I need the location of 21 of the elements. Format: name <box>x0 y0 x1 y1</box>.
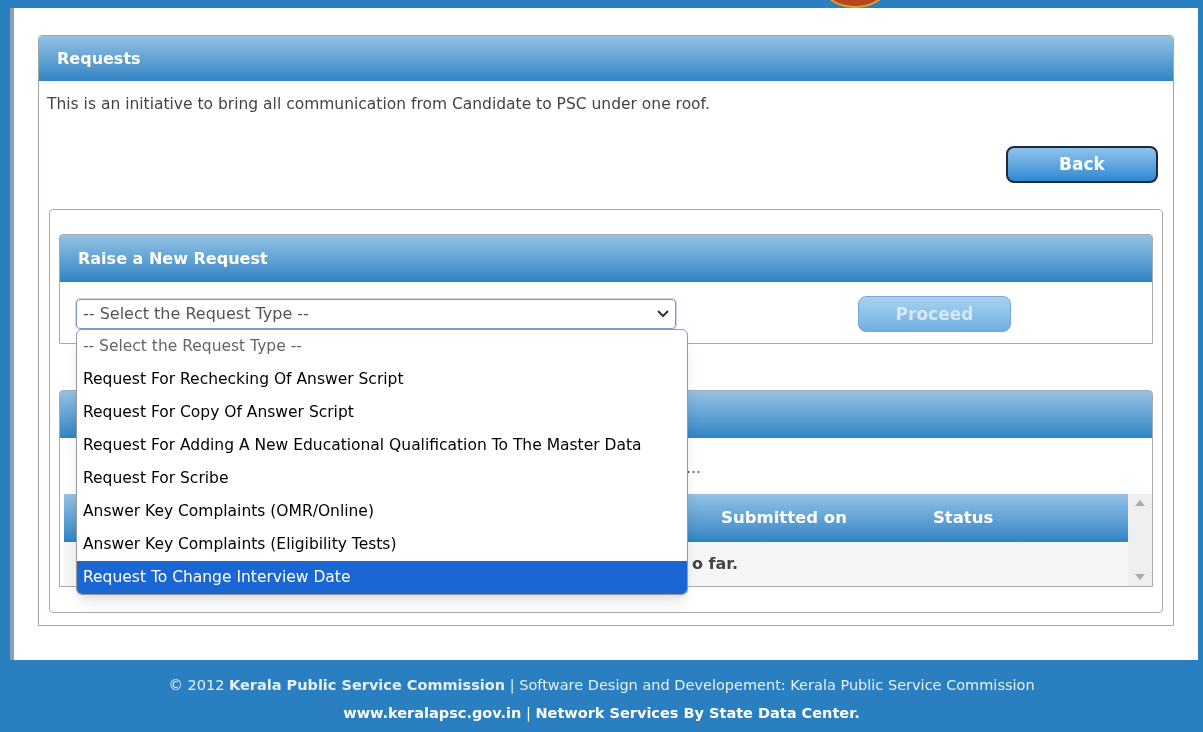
dropdown-option[interactable]: Request To Change Interview Date <box>77 561 687 595</box>
dropdown-option[interactable]: Request For Adding A New Educational Qualification To The Master Data <box>77 429 687 463</box>
copyright-text: © 2012 Kerala Public Service Commission | Software Design and Developement: Kerala Public Service Commission <box>168 676 1035 696</box>
intro-text: This is an initiative to bring all communication from Candidate to PSC under one roof. <box>47 94 711 115</box>
dropdown-option[interactable]: -- Select the Request Type -- <box>77 330 687 364</box>
request-type-select[interactable]: -- Select the Request Type -- <box>76 299 676 330</box>
column-header: Status <box>932 506 994 529</box>
note-text: … <box>686 459 701 478</box>
panel-title: Raise a New Request <box>78 247 268 270</box>
dropdown-option[interactable]: Answer Key Complaints (Eligibility Tests) <box>77 528 687 562</box>
chevron-down-icon <box>657 310 669 319</box>
footer-links: www.keralapsc.gov.in | Network Services By State Data Center. <box>343 704 860 724</box>
dropdown-option[interactable]: Request For Copy Of Answer Script <box>77 396 687 430</box>
scroll-down-icon[interactable] <box>1135 574 1145 581</box>
dropdown-option[interactable]: Answer Key Complaints (OMR/Online) <box>77 495 687 529</box>
scroll-up-icon[interactable] <box>1135 500 1145 507</box>
column-header: Submitted on <box>721 506 847 529</box>
dropdown-option[interactable]: Request For Rechecking Of Answer Script <box>77 363 687 397</box>
empty-message: o far. <box>692 553 738 576</box>
dropdown-option[interactable]: Request For Scribe <box>77 462 687 496</box>
panel-title: Requests <box>57 47 141 70</box>
